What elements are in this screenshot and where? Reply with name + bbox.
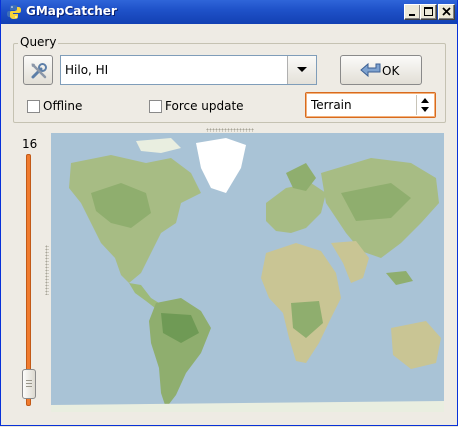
tools-icon: [31, 63, 47, 79]
map-type-value: Terrain: [311, 98, 352, 112]
minimize-icon: [409, 14, 415, 16]
world-map-image: [51, 133, 444, 412]
tools-button[interactable]: [23, 55, 53, 85]
offline-label[interactable]: Offline: [43, 99, 82, 113]
chevron-down-icon: [297, 67, 307, 72]
offline-checkbox[interactable]: [27, 100, 40, 113]
python-icon: [7, 5, 21, 19]
pane-resize-grip[interactable]: [206, 128, 254, 132]
title-bar[interactable]: GMapCatcher: [1, 0, 457, 24]
location-dropdown-button[interactable]: [287, 56, 316, 84]
query-legend: Query: [18, 35, 59, 49]
maximize-button[interactable]: [420, 4, 437, 20]
minimize-button[interactable]: [404, 4, 421, 20]
enter-arrow-icon: [360, 62, 381, 78]
map-type-spinner[interactable]: [416, 95, 433, 115]
location-input[interactable]: [65, 62, 285, 78]
world-map[interactable]: [51, 133, 444, 412]
close-icon: [442, 7, 451, 16]
force-update-label[interactable]: Force update: [165, 99, 244, 113]
up-down-arrows-icon: [421, 98, 429, 112]
zoom-slider-thumb[interactable]: [22, 369, 36, 399]
maximize-icon: [424, 7, 433, 16]
app-window: GMapCatcher Query OK Offline: [0, 0, 458, 426]
force-update-checkbox[interactable]: [149, 100, 162, 113]
window-title: GMapCatcher: [26, 4, 117, 18]
map-type-select[interactable]: Terrain: [305, 92, 436, 118]
side-pane-resize-grip[interactable]: [45, 245, 49, 295]
location-combobox[interactable]: [60, 55, 317, 85]
ok-button[interactable]: OK: [340, 55, 422, 85]
zoom-level-label: 16: [22, 137, 38, 151]
ok-label: OK: [382, 64, 400, 78]
close-button[interactable]: [438, 4, 455, 20]
